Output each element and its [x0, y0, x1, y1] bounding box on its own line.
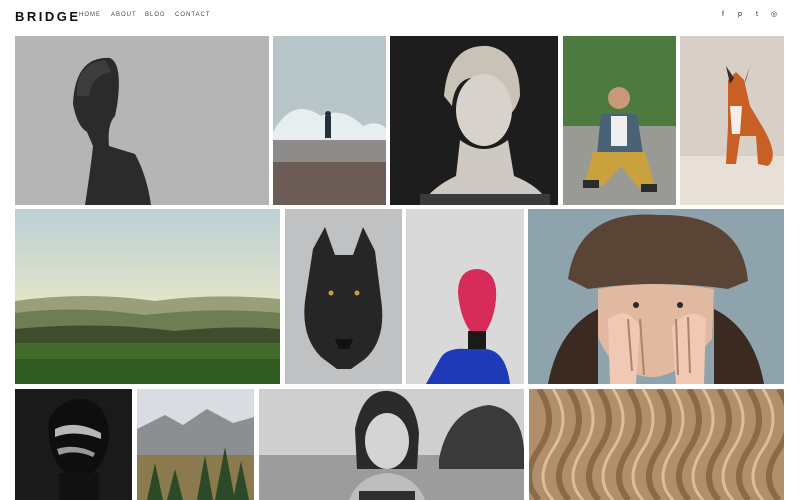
mountain-forest-image [137, 389, 254, 500]
site-logo[interactable]: BRIDGE [15, 9, 81, 24]
facebook-icon[interactable]: f [717, 9, 729, 21]
pinterest-icon[interactable]: p [734, 9, 746, 21]
pink-wrap-image [406, 209, 524, 384]
nav-blog[interactable]: BLOG [145, 12, 166, 18]
gallery-item-blonde-woman[interactable] [390, 36, 558, 205]
gallery-item-fur-hat[interactable] [528, 209, 784, 384]
gallery-item-painted-face[interactable] [15, 389, 132, 500]
wood-texture-image [529, 389, 784, 500]
gallery-item-wolf[interactable] [285, 209, 402, 384]
site-header: BRIDGE HOME ABOUT BLOG CONTACT f p t ◎ [0, 0, 800, 34]
nav-about[interactable]: ABOUT [111, 12, 137, 18]
nav-home[interactable]: HOME [79, 12, 101, 18]
gallery-item-bald-man[interactable] [15, 36, 269, 205]
bald-man-image [15, 36, 269, 205]
gallery-item-hills[interactable] [15, 209, 280, 384]
wolf-image [285, 209, 402, 384]
gallery-item-wood-texture[interactable] [529, 389, 784, 500]
wave-image [273, 36, 386, 205]
wet-hair-woman-image [259, 389, 524, 500]
fox-image [680, 36, 784, 205]
blonde-woman-image [390, 36, 558, 205]
gallery-item-wet-hair-woman[interactable] [259, 389, 524, 500]
gallery-item-pink-wrap[interactable] [406, 209, 524, 384]
gallery-item-denim-man[interactable] [563, 36, 676, 205]
painted-face-image [15, 389, 132, 500]
gallery-item-fox[interactable] [680, 36, 784, 205]
denim-man-image [563, 36, 676, 205]
twitter-icon[interactable]: t [751, 9, 763, 21]
gallery-item-wave[interactable] [273, 36, 386, 205]
nav-contact[interactable]: CONTACT [175, 12, 211, 18]
instagram-icon[interactable]: ◎ [768, 9, 780, 21]
hills-image [15, 209, 280, 384]
gallery-item-mountain-forest[interactable] [137, 389, 254, 500]
fur-hat-image [528, 209, 784, 384]
